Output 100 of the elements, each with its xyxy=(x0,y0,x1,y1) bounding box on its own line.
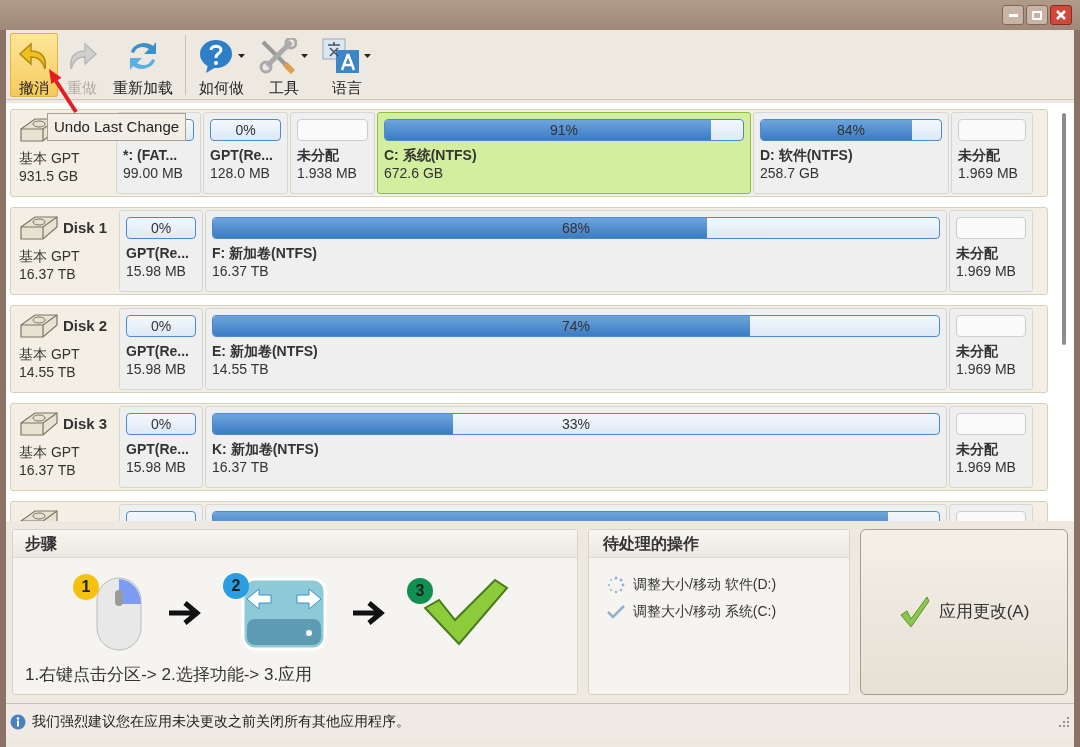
partition-block[interactable]: 0% GPT(Re... 15.98 MB xyxy=(119,406,203,488)
partition-block[interactable]: 0% GPT(Re... 128.0 MB xyxy=(203,112,288,194)
step-number-badge: 2 xyxy=(223,573,249,599)
disk-type: 基本 GPT xyxy=(19,443,81,461)
close-icon xyxy=(1056,10,1066,20)
usage-percent: 0% xyxy=(234,120,257,140)
partition-name: F: 新加卷(NTFS) xyxy=(212,244,318,262)
hard-drive-icon xyxy=(19,313,59,339)
pending-operation: 调整大小/移动 系统(C:) xyxy=(633,602,777,621)
partition-size: 1.969 MB xyxy=(958,164,1019,182)
partition-block[interactable]: 68% F: 新加卷(NTFS) 16.37 TB xyxy=(205,210,947,292)
unallocated-space[interactable]: 未分配 1.969 MB xyxy=(949,308,1033,390)
help-icon xyxy=(198,38,234,74)
partition-name: 未分配 xyxy=(956,244,999,262)
partition-name: 未分配 xyxy=(956,440,999,458)
maximize-button[interactable] xyxy=(1026,5,1048,25)
disk-size: 14.55 TB xyxy=(19,363,77,381)
toolbar-button[interactable]: 语言 xyxy=(315,33,378,97)
minimize-button[interactable] xyxy=(1002,5,1024,25)
partition-name: 未分配 xyxy=(956,342,999,360)
partition-block[interactable]: 33% K: 新加卷(NTFS) 16.37 TB xyxy=(205,406,947,488)
unallocated-space[interactable]: 未分配 1.969 MB xyxy=(949,210,1033,292)
empty-bar xyxy=(956,413,1026,435)
step-number-badge: 3 xyxy=(407,578,433,604)
disk-name: Disk 3 xyxy=(63,415,108,433)
checkmark-icon xyxy=(423,578,509,648)
unallocated-space[interactable]: 未分配 1.969 MB xyxy=(949,406,1033,488)
partition-size: 1.969 MB xyxy=(956,360,1017,378)
hard-drive-icon xyxy=(19,215,59,241)
disk-row[interactable]: Disk 2 基本 GPT 14.55 TB 0% GPT(Re... 15.98 MB 74% E: 新加卷(NTFS) 14.55 TB 未分配 1.969 MB xyxy=(10,305,1048,393)
step-number-badge: 1 xyxy=(73,574,99,600)
disk-size: 16.37 TB xyxy=(19,461,77,479)
partition-size: 15.98 MB xyxy=(126,360,187,378)
resize-grip-icon[interactable] xyxy=(1058,715,1070,728)
tooltip: Undo Last Change xyxy=(47,113,187,141)
partition-name: E: 新加卷(NTFS) xyxy=(212,342,319,360)
usage-percent: 91% xyxy=(549,120,579,140)
unallocated-space[interactable]: 未分配 1.938 MB xyxy=(290,112,375,194)
partition-name: GPT(Re... xyxy=(126,342,190,360)
close-button[interactable] xyxy=(1050,5,1072,25)
toolbar-button[interactable]: 工具 xyxy=(252,33,315,97)
partition-size: 258.7 GB xyxy=(760,164,821,182)
right-arrow-icon xyxy=(167,600,201,626)
partition-name: GPT(Re... xyxy=(210,146,274,164)
partition-block[interactable]: 84% D: 软件(NTFS) 258.7 GB xyxy=(753,112,949,194)
partition-name: *: (FAT... xyxy=(123,146,179,164)
checkmark-icon xyxy=(607,604,625,619)
partition-size: 15.98 MB xyxy=(126,262,187,280)
usage-percent: 0% xyxy=(149,316,173,336)
partition-name: D: 软件(NTFS) xyxy=(760,146,854,164)
disk-size: 16.37 TB xyxy=(19,265,77,283)
partition-name: GPT(Re... xyxy=(126,440,190,458)
steps-caption: 1.右键点击分区-> 2.选择功能-> 3.应用 xyxy=(24,664,314,686)
panel-title: 步骤 xyxy=(13,530,577,558)
partition-name: K: 新加卷(NTFS) xyxy=(212,440,320,458)
partition-block[interactable]: 0% GPT(Re... 15.98 MB xyxy=(119,210,203,292)
partition-name: C: 系统(NTFS) xyxy=(384,146,478,164)
partition-size: 128.0 MB xyxy=(210,164,271,182)
spinner-icon xyxy=(607,575,625,594)
panel-title: 待处理的操作 xyxy=(589,530,849,558)
partition-size: 1.969 MB xyxy=(956,458,1017,476)
usage-percent: 74% xyxy=(561,316,591,336)
partition-size: 16.37 TB xyxy=(212,262,270,280)
language-icon xyxy=(322,38,360,74)
wrench-screwdriver-icon xyxy=(259,38,297,74)
toolbar-button[interactable]: 撤消 xyxy=(10,33,58,97)
usage-percent: 0% xyxy=(149,218,173,238)
toolbar-button[interactable]: 重新加载 xyxy=(106,33,180,97)
apply-changes-button[interactable]: 应用更改(A) xyxy=(860,529,1068,695)
partition-name: GPT(Re... xyxy=(126,244,190,262)
scrollbar-thumb[interactable] xyxy=(1062,113,1066,345)
info-icon xyxy=(10,713,26,730)
status-text: 我们强烈建议您在应用未决更改之前关闭所有其他应用程序。 xyxy=(32,712,410,731)
disk-size: 931.5 GB xyxy=(19,167,80,185)
partition-size: 14.55 TB xyxy=(212,360,270,378)
usage-percent: 68% xyxy=(561,218,591,238)
disk-type: 基本 GPT xyxy=(19,247,81,265)
disk-name: Disk 2 xyxy=(63,317,108,335)
toolbar-button[interactable]: 如何做 xyxy=(191,33,252,97)
usage-percent: 84% xyxy=(836,120,866,140)
partition-block[interactable]: 91% C: 系统(NTFS) 672.6 GB xyxy=(377,112,751,194)
partition-block[interactable]: 74% E: 新加卷(NTFS) 14.55 TB xyxy=(205,308,947,390)
disk-name: Disk 1 xyxy=(63,219,108,237)
usage-percent: 0% xyxy=(149,414,173,434)
disk-row[interactable]: Disk 1 基本 GPT 16.37 TB 0% GPT(Re... 15.98 MB 68% F: 新加卷(NTFS) 16.37 TB 未分配 1.969 MB xyxy=(10,207,1048,295)
right-arrow-icon xyxy=(351,600,385,626)
partition-block[interactable]: 0% GPT(Re... 15.98 MB xyxy=(119,308,203,390)
hard-drive-icon xyxy=(19,411,59,437)
unallocated-space[interactable]: 未分配 1.969 MB xyxy=(951,112,1033,194)
partition-size: 672.6 GB xyxy=(384,164,445,182)
disk-row[interactable]: Disk 3 基本 GPT 16.37 TB 0% GPT(Re... 15.98 MB 33% K: 新加卷(NTFS) 16.37 TB 未分配 1.969 MB xyxy=(10,403,1048,491)
empty-bar xyxy=(956,217,1026,239)
partition-size: 99.00 MB xyxy=(123,164,184,182)
partition-name: 未分配 xyxy=(958,146,1001,164)
empty-bar xyxy=(956,315,1026,337)
checkmark-icon xyxy=(898,595,931,629)
partition-size: 1.938 MB xyxy=(297,164,358,182)
disk-type: 基本 GPT xyxy=(19,345,81,363)
usage-percent: 33% xyxy=(561,414,591,434)
pending-operation: 调整大小/移动 软件(D:) xyxy=(633,575,777,594)
